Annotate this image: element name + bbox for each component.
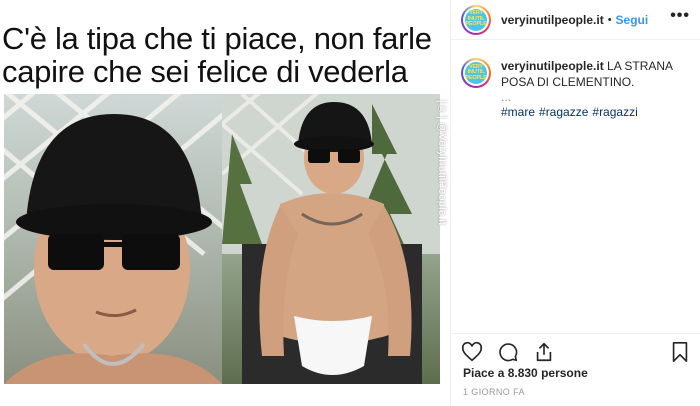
likes-count[interactable]: Piace a 8.830 persone	[463, 366, 588, 380]
follow-button[interactable]: Segui	[616, 13, 649, 27]
post-timestamp[interactable]: 1 GIORNO FA	[463, 387, 525, 397]
caption-text-wrap: veryinutilpeople.it LA STRANA POSA DI CL…	[501, 58, 693, 120]
post-media[interactable]: C'è la tipa che ti piace, non farle capi…	[0, 0, 450, 406]
header-separator: •	[607, 13, 612, 26]
full-body-photo	[222, 94, 440, 384]
more-options-icon[interactable]: •••	[670, 8, 690, 24]
hashtag-link[interactable]: #ragazzi	[592, 105, 637, 119]
pose-illustration	[222, 94, 440, 384]
caption-ellipsis: ...	[501, 90, 512, 104]
action-bar	[451, 334, 700, 370]
selfie-photo	[4, 94, 222, 384]
post-caption-block: VERY INUTIL PEOPLE veryinutilpeople.it L…	[461, 58, 693, 120]
hashtag-list: #mare #ragazze #ragazzi	[501, 104, 693, 120]
watermark-text: [©] @VeryInutilPeople.it	[436, 100, 448, 226]
hashtag-link[interactable]: #mare	[501, 105, 535, 119]
share-icon[interactable]	[533, 341, 555, 363]
post-header: VERY INUTIL PEOPLE veryinutilpeople.it •…	[451, 0, 700, 40]
caption-avatar-logo: VERY INUTIL PEOPLE	[465, 63, 487, 81]
hashtag-link[interactable]: #ragazze	[539, 105, 588, 119]
heart-icon[interactable]	[461, 341, 483, 363]
caption-avatar[interactable]: VERY INUTIL PEOPLE	[461, 58, 491, 88]
action-bar-wrap	[451, 333, 700, 370]
avatar-logo: VERY INUTIL PEOPLE	[465, 10, 487, 28]
header-username[interactable]: veryinutilpeople.it	[501, 13, 604, 27]
media-bottom-strip	[0, 384, 450, 406]
comment-icon[interactable]	[497, 341, 519, 363]
header-avatar[interactable]: VERY INUTIL PEOPLE	[461, 4, 491, 35]
caption-username[interactable]: veryinutilpeople.it	[501, 59, 604, 73]
bookmark-icon[interactable]	[669, 341, 691, 363]
post-sidebar: VERY INUTIL PEOPLE veryinutilpeople.it •…	[450, 0, 700, 406]
meme-caption: C'è la tipa che ti piace, non farle capi…	[2, 21, 432, 89]
selfie-illustration	[4, 94, 222, 384]
